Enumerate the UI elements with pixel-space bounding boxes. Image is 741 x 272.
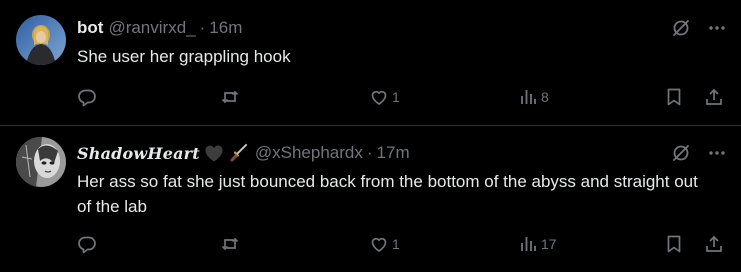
user-handle[interactable]: @ranvirxd_ <box>108 18 195 38</box>
timestamp[interactable]: 17m <box>377 143 410 163</box>
views-icon <box>521 90 536 104</box>
separator-dot: · <box>366 143 373 162</box>
tweet-text: She user her grappling hook <box>77 47 291 66</box>
reply-icon <box>78 89 96 107</box>
repost-button[interactable] <box>220 232 240 256</box>
bookmark-icon <box>667 235 681 253</box>
more-icon[interactable] <box>707 143 727 163</box>
reply-button[interactable] <box>77 232 97 256</box>
share-icon <box>706 88 722 105</box>
heart-icon <box>371 90 387 105</box>
avatar[interactable] <box>16 137 66 187</box>
avatar[interactable] <box>16 15 66 65</box>
views-button[interactable]: 8 <box>518 85 549 109</box>
tweet-actions: 1 17 <box>0 232 741 256</box>
avatar-image <box>16 15 66 65</box>
separator-dot: · <box>199 18 206 37</box>
bookmark-icon <box>667 88 681 106</box>
tweet-header: bot @ranvirxd_ · 16m <box>77 17 661 39</box>
views-button[interactable]: 17 <box>518 232 557 256</box>
dagger-emoji <box>228 142 250 164</box>
tweet[interactable]: ShadowHeart @xShephardx · 17m Her ass so… <box>0 126 741 272</box>
share-button[interactable] <box>704 232 724 256</box>
grok-icon[interactable] <box>671 18 691 38</box>
view-count: 8 <box>541 89 549 105</box>
reply-icon <box>78 236 96 254</box>
user-handle[interactable]: @xShephardx <box>255 143 363 163</box>
timestamp[interactable]: 16m <box>209 18 242 38</box>
like-button[interactable]: 1 <box>369 85 400 109</box>
reply-button[interactable] <box>77 85 97 109</box>
grok-icon[interactable] <box>671 143 691 163</box>
repost-button[interactable] <box>220 85 240 109</box>
share-icon <box>706 235 722 252</box>
more-icon[interactable] <box>707 18 727 38</box>
tweet-top-actions <box>671 18 727 38</box>
heart-icon <box>371 237 387 252</box>
tweet-text: Her ass so fat she just bounced back fro… <box>77 172 698 216</box>
view-count: 17 <box>541 236 557 252</box>
black-heart-emoji <box>203 143 225 163</box>
avatar-image <box>16 137 66 187</box>
like-button[interactable]: 1 <box>369 232 400 256</box>
views-icon <box>521 237 536 251</box>
display-name[interactable]: bot <box>77 18 103 38</box>
bookmark-button[interactable] <box>664 85 684 109</box>
tweet-actions: 1 8 <box>0 85 741 109</box>
tweet[interactable]: bot @ranvirxd_ · 16m She user her grappl… <box>0 0 741 126</box>
like-count: 1 <box>392 89 400 105</box>
repost-icon <box>221 237 239 251</box>
share-button[interactable] <box>704 85 724 109</box>
tweet-top-actions <box>671 143 727 163</box>
display-name[interactable]: ShadowHeart <box>77 144 200 163</box>
like-count: 1 <box>392 236 400 252</box>
bookmark-button[interactable] <box>664 232 684 256</box>
repost-icon <box>221 90 239 104</box>
timeline-feed: bot @ranvirxd_ · 16m She user her grappl… <box>0 0 741 272</box>
tweet-header: ShadowHeart @xShephardx · 17m <box>77 142 661 164</box>
